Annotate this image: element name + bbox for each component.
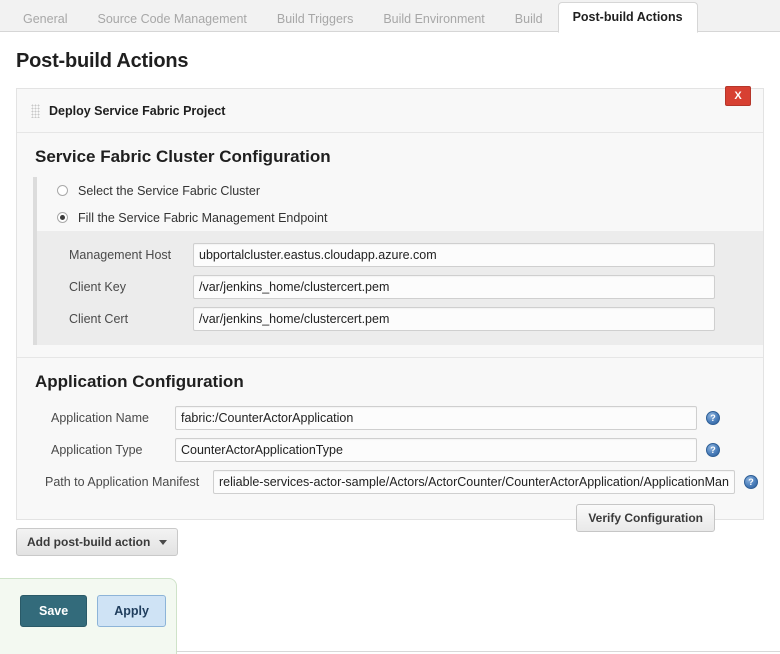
block-header: Deploy Service Fabric Project X <box>17 86 763 133</box>
config-tab-bar: General Source Code Management Build Tri… <box>0 0 780 33</box>
manifest-path-input[interactable] <box>213 470 735 494</box>
help-icon-manifest-path[interactable]: ? <box>744 475 758 489</box>
verify-row: Verify Configuration <box>17 498 763 532</box>
tab-build-triggers[interactable]: Build Triggers <box>262 4 368 32</box>
chevron-down-icon <box>159 539 168 545</box>
label-client-key: Client Key <box>69 280 126 294</box>
label-management-host: Management Host <box>69 248 172 262</box>
client-key-input[interactable] <box>193 275 715 299</box>
tab-post-build-actions[interactable]: Post-build Actions <box>557 2 698 33</box>
help-icon-application-name[interactable]: ? <box>706 411 720 425</box>
endpoint-fields-group: Management Host Client Key Client Cert <box>35 231 763 345</box>
tab-list: General Source Code Management Build Tri… <box>0 0 780 33</box>
application-type-input[interactable] <box>175 438 697 462</box>
page-title: Post-build Actions <box>16 50 189 72</box>
radio-fill-endpoint-control[interactable] <box>57 212 68 223</box>
label-application-type: Application Type <box>51 443 143 457</box>
radio-select-cluster-control[interactable] <box>57 185 68 196</box>
add-post-build-action-button[interactable]: Add post-build action <box>16 528 179 556</box>
field-row-client-cert: Client Cert <box>35 303 763 335</box>
add-post-build-action-label: Add post-build action <box>27 535 151 549</box>
drag-handle-icon[interactable] <box>31 103 40 118</box>
field-row-manifest-path: Path to Application Manifest ? <box>17 466 763 498</box>
jenkins-job-config-page: General Source Code Management Build Tri… <box>0 0 780 654</box>
client-cert-input[interactable] <box>193 307 715 331</box>
save-button[interactable]: Save <box>20 595 88 627</box>
verify-configuration-button[interactable]: Verify Configuration <box>576 504 715 532</box>
tab-general[interactable]: General <box>8 4 82 32</box>
radio-select-cluster-label: Select the Service Fabric Cluster <box>78 183 261 198</box>
label-client-cert: Client Cert <box>69 312 129 326</box>
radio-select-cluster[interactable]: Select the Service Fabric Cluster <box>35 177 763 204</box>
radio-fill-endpoint[interactable]: Fill the Service Fabric Management Endpo… <box>35 204 763 231</box>
apply-button[interactable]: Apply <box>97 595 166 627</box>
post-build-action-block: Deploy Service Fabric Project X Service … <box>16 86 764 532</box>
field-row-client-key: Client Key <box>35 271 763 303</box>
management-host-input[interactable] <box>193 243 715 267</box>
label-application-name: Application Name <box>51 411 149 425</box>
application-name-input[interactable] <box>175 406 697 430</box>
close-icon[interactable]: X <box>725 86 751 106</box>
radio-fill-endpoint-label: Fill the Service Fabric Management Endpo… <box>78 210 328 225</box>
app-section-title: Application Configuration <box>35 372 244 391</box>
field-row-management-host: Management Host <box>35 239 763 271</box>
field-row-application-type: Application Type ? <box>17 434 763 466</box>
field-row-application-name: Application Name ? <box>17 402 763 434</box>
cluster-section-title: Service Fabric Cluster Configuration <box>35 147 331 166</box>
tab-build[interactable]: Build <box>500 4 558 32</box>
block-title: Deploy Service Fabric Project <box>49 103 226 118</box>
footer-buttons: Save Apply <box>0 579 176 627</box>
tab-build-environment[interactable]: Build Environment <box>368 4 499 32</box>
tab-source-code-management[interactable]: Source Code Management <box>82 4 261 32</box>
label-manifest-path: Path to Application Manifest <box>45 475 200 489</box>
form-footer-bar: Save Apply <box>0 578 177 654</box>
add-post-build-action-wrap: Add post-build action <box>16 528 179 556</box>
cluster-config-group: Select the Service Fabric Cluster Fill t… <box>25 177 763 345</box>
bottom-divider <box>177 651 780 652</box>
help-icon-application-type[interactable]: ? <box>706 443 720 457</box>
